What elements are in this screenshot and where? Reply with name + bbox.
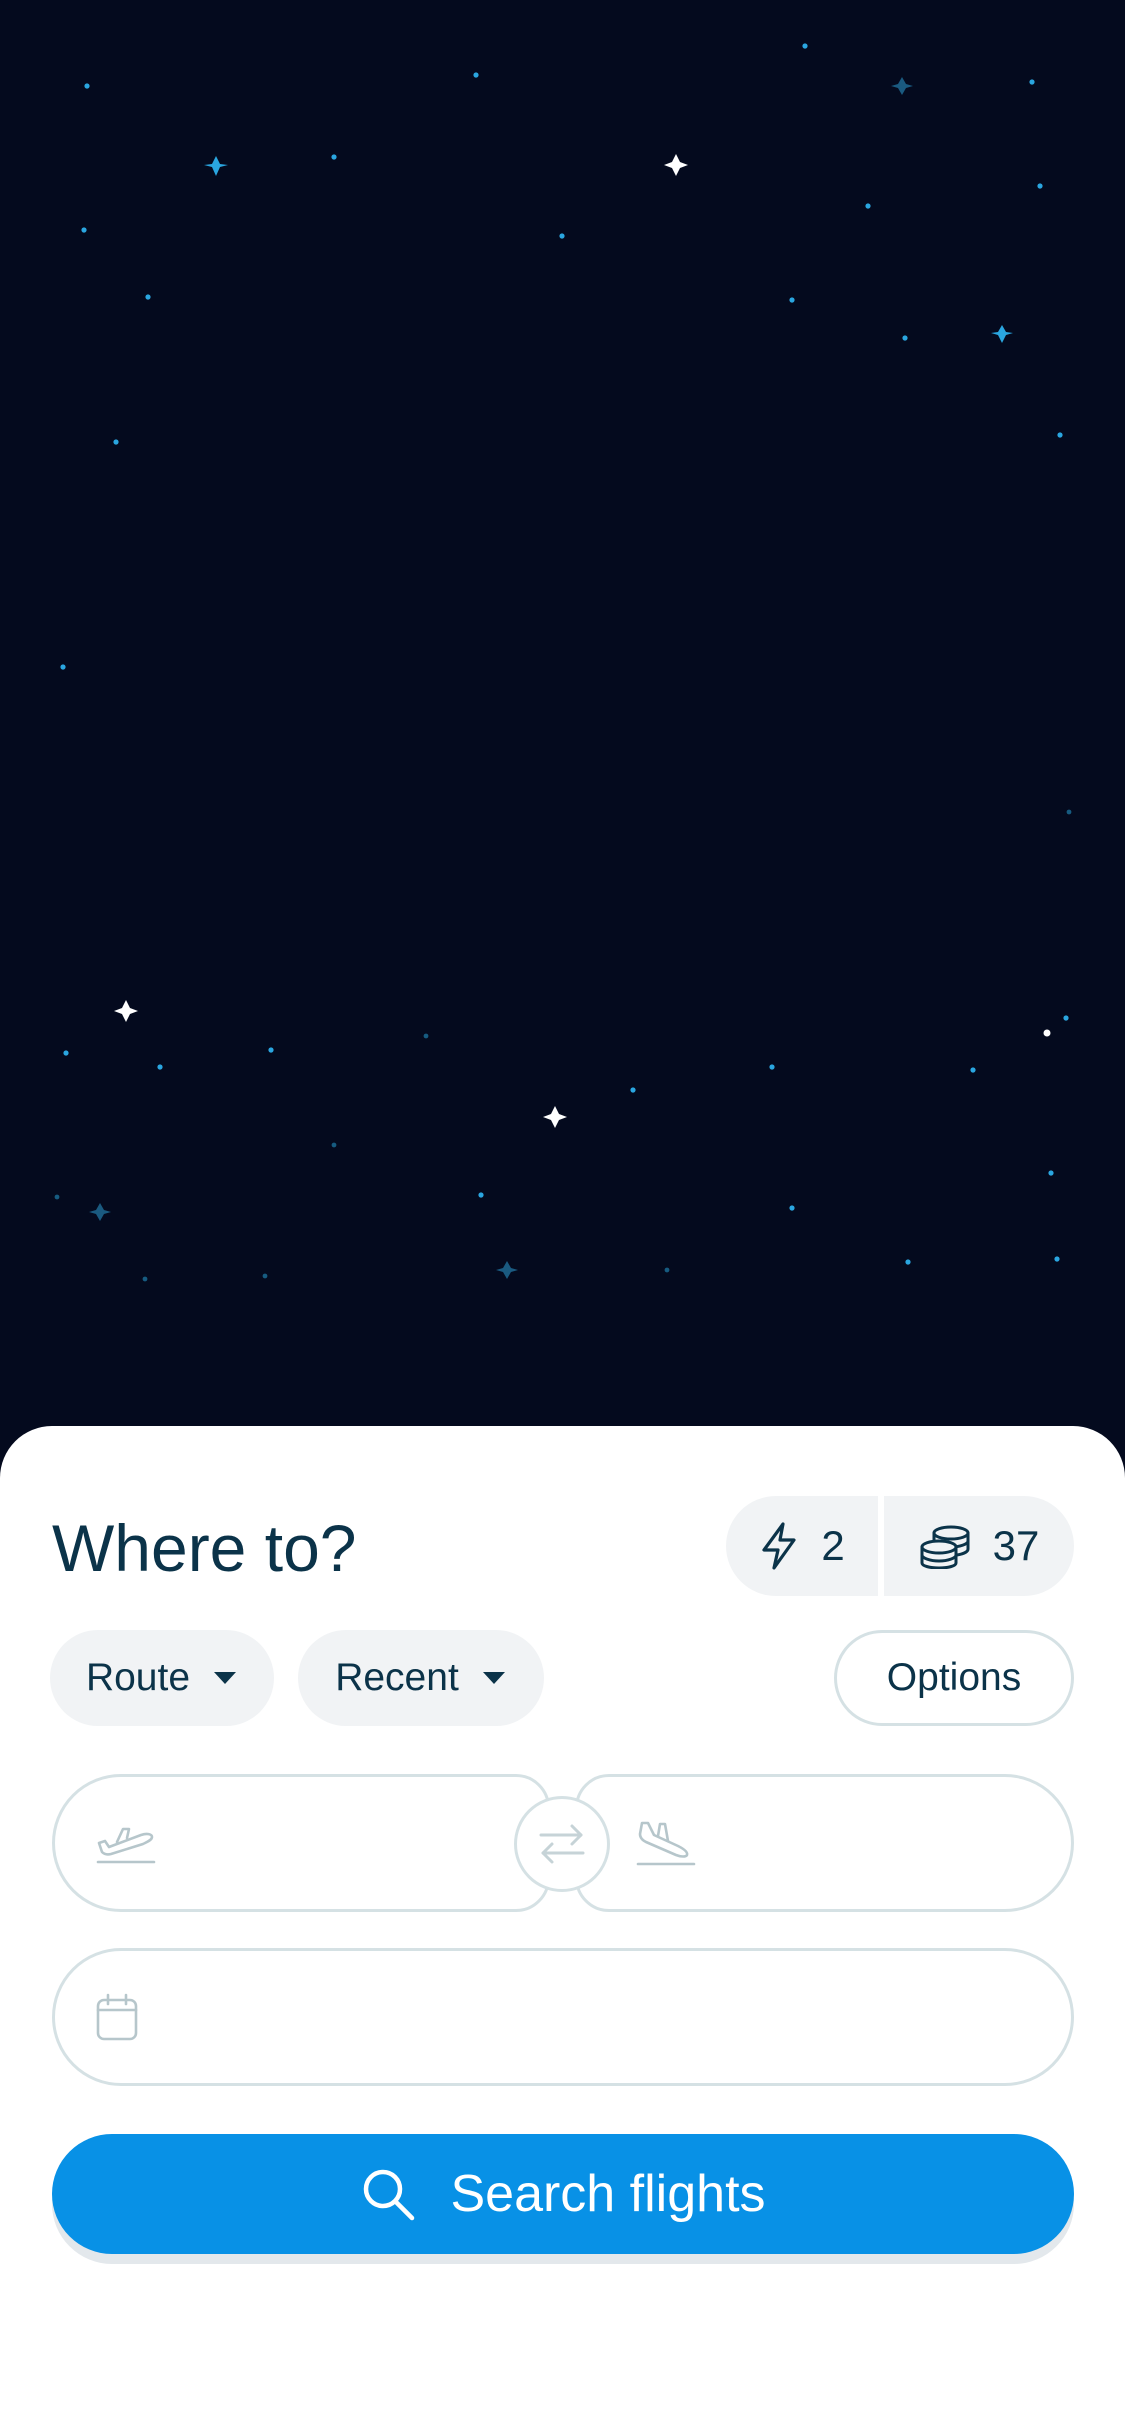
stats-pill: 2 37 — [726, 1496, 1074, 1596]
destination-input[interactable] — [720, 1820, 1071, 1866]
caret-down-icon — [214, 1672, 237, 1684]
plane-landing-icon — [636, 1821, 696, 1866]
origin-input[interactable] — [181, 1820, 547, 1866]
route-dropdown[interactable]: Route — [50, 1630, 274, 1726]
app-screen: Where to? 2 37 Route Recent Options Sear… — [0, 0, 1125, 2436]
date-input[interactable] — [163, 1994, 1071, 2040]
date-field[interactable] — [52, 1948, 1074, 2086]
coins-count: 37 — [992, 1522, 1040, 1569]
plane-takeoff-icon — [96, 1827, 156, 1864]
route-label: Route — [85, 1656, 191, 1699]
recent-label: Recent — [335, 1656, 459, 1699]
page-title: Where to? — [52, 1511, 357, 1585]
stars-illustration — [54, 43, 1072, 1282]
boosts-count: 2 — [821, 1522, 845, 1569]
coin-stack-icon — [920, 1525, 970, 1569]
boosts-counter[interactable]: 2 — [726, 1496, 878, 1596]
starry-sky-background — [0, 0, 1125, 1440]
swap-button[interactable] — [514, 1796, 610, 1892]
search-flights-label: Search flights — [450, 2165, 766, 2223]
recent-dropdown[interactable]: Recent — [298, 1630, 544, 1726]
lightning-bolt-icon — [762, 1522, 796, 1570]
origin-field[interactable] — [52, 1774, 550, 1912]
destination-field[interactable] — [575, 1774, 1074, 1912]
calendar-icon — [96, 1993, 138, 2041]
coins-counter[interactable]: 37 — [884, 1496, 1074, 1596]
swap-arrows-icon — [539, 1824, 585, 1864]
caret-down-icon — [482, 1672, 505, 1684]
options-label: Options — [886, 1656, 1022, 1699]
search-icon — [364, 2169, 415, 2221]
search-flights-button[interactable]: Search flights — [52, 2134, 1074, 2254]
options-button[interactable]: Options — [834, 1630, 1074, 1726]
